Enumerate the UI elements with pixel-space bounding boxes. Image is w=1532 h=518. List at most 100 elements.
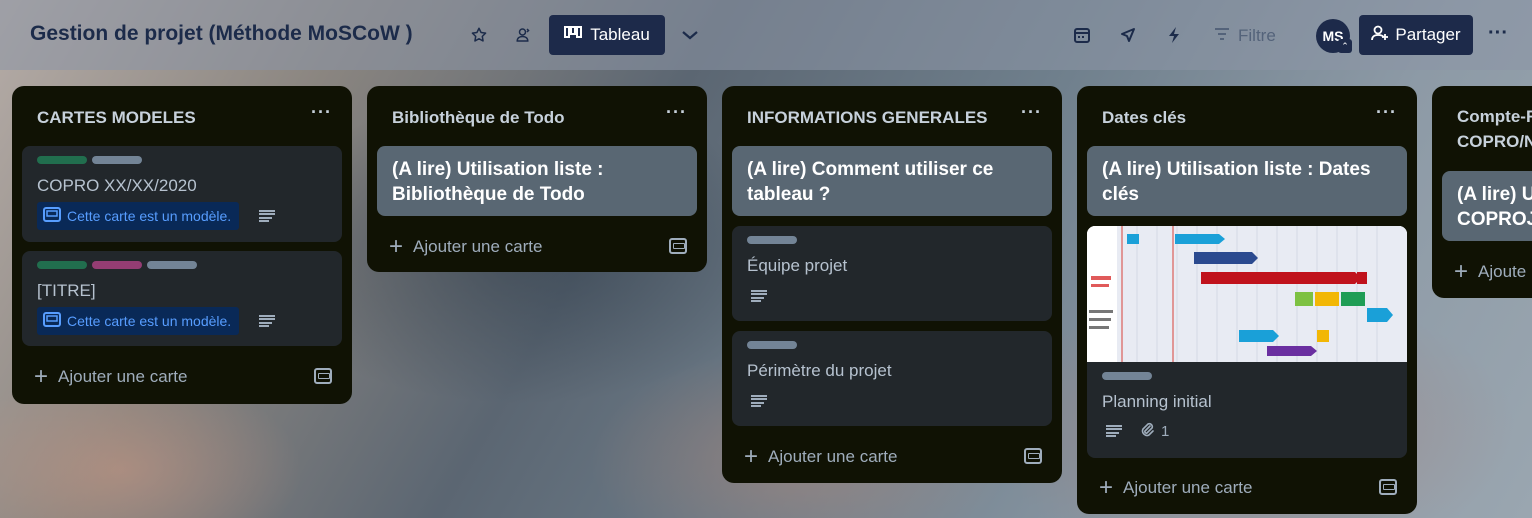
label-gray[interactable] xyxy=(92,156,142,164)
list-title-line1: Compte-R xyxy=(1457,107,1532,126)
list-title[interactable]: Dates clés xyxy=(1102,108,1186,128)
create-from-template-icon[interactable] xyxy=(1024,448,1042,464)
filter-button[interactable]: Filtre xyxy=(1214,24,1276,48)
add-card-label: Ajouter une carte xyxy=(413,237,543,256)
description-icon xyxy=(751,395,767,407)
card[interactable]: Périmètre du projet xyxy=(732,331,1052,426)
label-green[interactable] xyxy=(37,156,87,164)
card-title: [TITRE] xyxy=(37,281,96,300)
more-icon[interactable]: ··· xyxy=(1484,22,1512,48)
label-gray[interactable] xyxy=(747,236,797,244)
board-icon xyxy=(564,25,583,45)
list-title[interactable]: Compte-R COPRO/N xyxy=(1457,104,1532,154)
plus-icon: + xyxy=(34,363,49,390)
view-switch-button[interactable]: Tableau xyxy=(549,15,665,55)
label-pink[interactable] xyxy=(92,261,142,269)
list-menu-icon[interactable]: ··· xyxy=(1376,102,1397,123)
template-icon xyxy=(43,311,61,331)
card-labels[interactable] xyxy=(747,236,797,244)
list-compte-rendu: Compte-R COPRO/N (A lire) U COPROJ, + Aj… xyxy=(1432,86,1532,298)
add-card-label: Ajouter une carte xyxy=(1123,478,1253,497)
list-informations-generales: INFORMATIONS GENERALES ··· (A lire) Comm… xyxy=(722,86,1062,483)
card[interactable]: (A lire) Utilisation liste : Bibliothèqu… xyxy=(377,146,697,216)
card-title: (A lire) Utilisation liste : Dates clés xyxy=(1102,159,1371,205)
add-card-button[interactable]: + Ajouter une carte xyxy=(744,445,897,469)
description-icon xyxy=(751,290,767,302)
list-cartes-modeles: CARTES MODELES ··· COPRO XX/XX/2020 Cett… xyxy=(12,86,352,404)
paperclip-icon xyxy=(1139,421,1155,441)
list-menu-icon[interactable]: ··· xyxy=(666,102,687,123)
list-title[interactable]: Bibliothèque de Todo xyxy=(392,108,565,128)
card-labels[interactable] xyxy=(37,156,142,164)
card[interactable]: Planning initial 1 xyxy=(1087,226,1407,458)
board-header: Gestion de projet (Méthode MoSCoW ) Tabl… xyxy=(0,0,1532,70)
plus-icon: + xyxy=(744,443,759,470)
list-title-line2: COPRO/N xyxy=(1457,132,1532,151)
plus-icon: + xyxy=(1099,474,1114,501)
description-icon xyxy=(259,210,275,222)
card-title: Périmètre du projet xyxy=(747,361,892,380)
create-from-template-icon[interactable] xyxy=(314,368,332,384)
card-labels[interactable] xyxy=(1102,372,1152,380)
card[interactable]: COPRO XX/XX/2020 Cette carte est un modè… xyxy=(22,146,342,242)
card-labels[interactable] xyxy=(37,261,197,269)
card-title-line2: COPROJ, xyxy=(1457,209,1532,230)
chevron-down-icon[interactable] xyxy=(677,22,703,48)
attachments-count: 1 xyxy=(1161,422,1170,440)
rocket-icon[interactable] xyxy=(1115,22,1141,48)
list-menu-icon[interactable]: ··· xyxy=(311,102,332,123)
card[interactable]: Équipe projet xyxy=(732,226,1052,321)
card-labels[interactable] xyxy=(747,341,797,349)
card-title: COPRO XX/XX/2020 xyxy=(37,176,197,195)
add-card-label: Ajoute xyxy=(1478,262,1527,281)
share-button[interactable]: Partager xyxy=(1359,15,1473,55)
card-title: Planning initial xyxy=(1102,392,1212,411)
list-title[interactable]: CARTES MODELES xyxy=(37,108,196,128)
description-icon xyxy=(259,315,275,327)
label-green[interactable] xyxy=(37,261,87,269)
card-title: (A lire) U COPROJ, xyxy=(1457,182,1532,232)
template-badge: Cette carte est un modèle. xyxy=(37,307,240,335)
label-gray[interactable] xyxy=(747,341,797,349)
add-card-button[interactable]: + Ajouter une carte xyxy=(389,235,542,259)
star-icon[interactable] xyxy=(466,22,492,48)
card[interactable]: [TITRE] Cette carte est un modèle. xyxy=(22,251,342,346)
add-card-label: Ajouter une carte xyxy=(58,367,188,386)
card[interactable]: (A lire) Comment utiliser ce tableau ? xyxy=(732,146,1052,216)
attachments-badge: 1 xyxy=(1139,421,1169,441)
calendar-icon[interactable] xyxy=(1069,22,1095,48)
add-card-button[interactable]: + Ajoute xyxy=(1454,260,1526,284)
list-menu-icon[interactable]: ··· xyxy=(1021,102,1042,123)
list-title[interactable]: INFORMATIONS GENERALES xyxy=(747,108,988,128)
list-dates-cles: Dates clés ··· (A lire) Utilisation list… xyxy=(1077,86,1417,514)
add-card-button[interactable]: + Ajouter une carte xyxy=(1099,476,1252,500)
card[interactable]: (A lire) Utilisation liste : Dates clés xyxy=(1087,146,1407,216)
plus-icon: + xyxy=(1454,258,1469,285)
add-person-icon xyxy=(1371,25,1389,46)
add-card-button[interactable]: + Ajouter une carte xyxy=(34,365,187,389)
board-title[interactable]: Gestion de projet (Méthode MoSCoW ) xyxy=(30,22,413,46)
label-gray[interactable] xyxy=(1102,372,1152,380)
template-badge-text: Cette carte est un modèle. xyxy=(67,208,232,224)
create-from-template-icon[interactable] xyxy=(1379,479,1397,495)
card[interactable]: (A lire) U COPROJ, xyxy=(1442,171,1532,241)
card-title: (A lire) Utilisation liste : Bibliothèqu… xyxy=(392,159,604,205)
template-icon xyxy=(43,206,61,226)
card-cover-image xyxy=(1087,226,1407,362)
share-label: Partager xyxy=(1395,25,1461,44)
plus-icon: + xyxy=(389,233,404,260)
filter-label: Filtre xyxy=(1238,26,1276,45)
create-from-template-icon[interactable] xyxy=(669,238,687,254)
card-title: Équipe projet xyxy=(747,256,848,275)
card-title-line1: (A lire) U xyxy=(1457,184,1532,205)
people-icon[interactable] xyxy=(511,22,537,48)
card-title: (A lire) Comment utiliser ce tableau ? xyxy=(747,159,994,205)
lightning-icon[interactable] xyxy=(1161,22,1187,48)
view-label: Tableau xyxy=(590,25,650,44)
add-card-label: Ajouter une carte xyxy=(768,447,898,466)
admin-chevron-icon: ⌃ xyxy=(1338,39,1352,53)
list-bibliotheque-todo: Bibliothèque de Todo ··· (A lire) Utilis… xyxy=(367,86,707,272)
label-gray[interactable] xyxy=(147,261,197,269)
filter-icon xyxy=(1214,26,1230,46)
description-icon xyxy=(1106,425,1122,437)
